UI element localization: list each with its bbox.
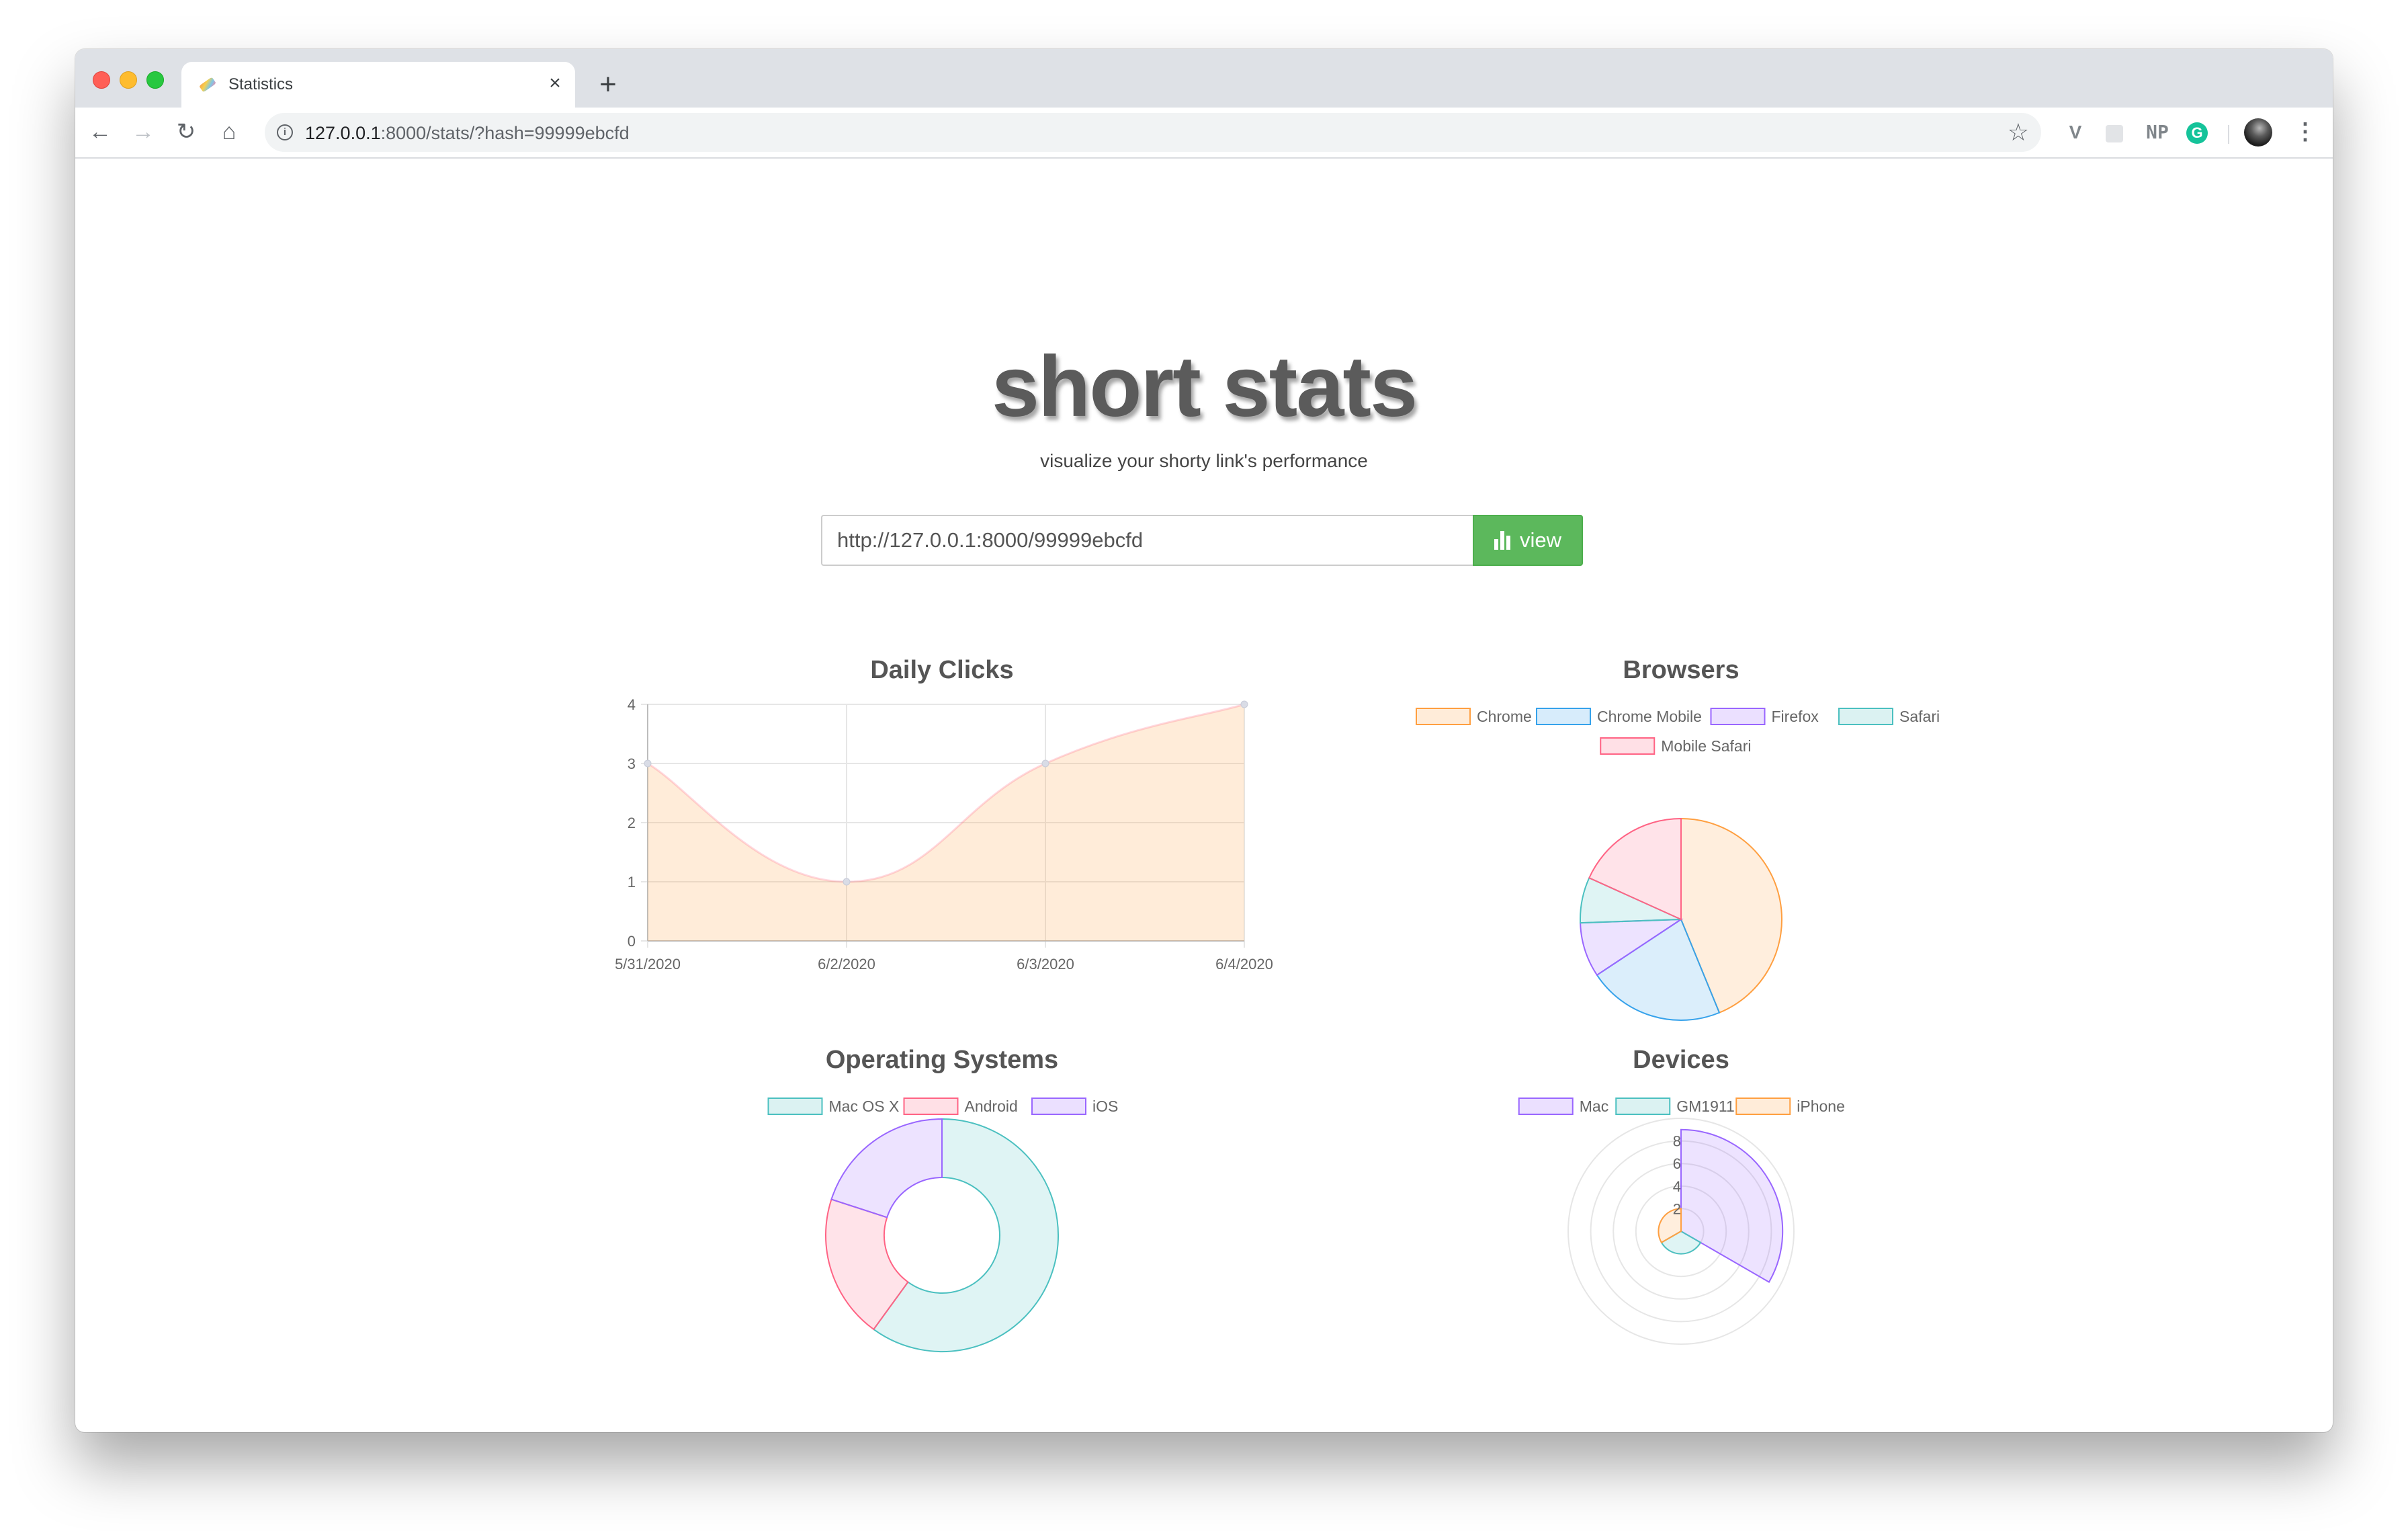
x-tick-label: 5/31/2020 (615, 956, 681, 973)
y-tick-label: 1 (628, 874, 636, 891)
y-tick-label: 0 (628, 933, 636, 950)
view-button[interactable]: view (1473, 515, 1583, 566)
clicks-point (843, 878, 851, 886)
view-button-label: view (1519, 528, 1561, 552)
x-tick-label: 6/4/2020 (1215, 956, 1273, 973)
page-title: short stats (991, 339, 1418, 435)
legend-swatch-mobile-safari (1600, 737, 1656, 755)
x-tick-label: 6/3/2020 (1017, 956, 1074, 973)
forward-arrow-icon[interactable]: → (129, 118, 157, 146)
legend-label-chrome-mobile: Chrome Mobile (1597, 708, 1702, 725)
legend-label-mobile-safari: Mobile Safari (1661, 737, 1751, 755)
legend-swatch-mac (1518, 1098, 1574, 1115)
devices-chart: Mac GM1911 iPhone 2 4 6 8 (1518, 1098, 1845, 1345)
tab-title: Statistics (228, 75, 294, 93)
doughnut-segment-ios (830, 1118, 943, 1218)
zoom-window-button[interactable] (146, 71, 164, 89)
legend-swatch-safari (1838, 708, 1893, 725)
legend-swatch-gm1911 (1615, 1098, 1671, 1115)
browsers-chart: Chrome Chrome Mobile Firefox Safari Mobile S… (1416, 708, 1940, 1021)
devices-title: Devices (1633, 1046, 1729, 1074)
daily-clicks-title: Daily Clicks (870, 656, 1014, 684)
toolbar-divider (2228, 125, 2229, 144)
y-tick-label: 3 (628, 755, 636, 772)
legend-label-safari: Safari (1899, 708, 1940, 725)
polar-segment-mac (1680, 1128, 1784, 1283)
legend-label-iphone: iPhone (1797, 1098, 1845, 1115)
profile-avatar[interactable] (2244, 118, 2272, 147)
polar-tick-label: 2 (1673, 1200, 1681, 1217)
browser-toolbar: ← → ↻ ⌂ i 127.0.0.1:8000/stats/?hash=999… (75, 108, 2333, 159)
np-extension-icon[interactable]: NP (2142, 120, 2173, 145)
new-tab-button[interactable]: + (591, 68, 625, 101)
page-content: short stats visualize your shorty link's… (75, 159, 2333, 1432)
site-info-icon[interactable]: i (277, 124, 293, 140)
polar-tick-label: 4 (1673, 1178, 1681, 1195)
bar-chart-icon (1494, 531, 1510, 550)
browsers-title: Browsers (1623, 656, 1739, 684)
y-tick-label: 4 (628, 696, 636, 713)
minimize-window-button[interactable] (120, 71, 137, 89)
back-arrow-icon[interactable]: ← (86, 118, 114, 146)
legend-label-gm1911: GM1911 (1676, 1098, 1735, 1115)
more-menu-icon[interactable]: ⋮ (2294, 118, 2317, 146)
bookmark-star-icon[interactable]: ☆ (2008, 118, 2029, 147)
operating-systems-chart: Mac OS X Android iOS (767, 1098, 1118, 1352)
legend-label-chrome: Chrome (1477, 708, 1532, 725)
reload-icon[interactable]: ↻ (172, 118, 200, 146)
legend-swatch-chrome-mobile (1536, 708, 1591, 725)
tab-strip: Statistics × + (75, 49, 2333, 108)
tab-statistics[interactable]: Statistics × (181, 62, 575, 108)
legend-swatch-ios (1031, 1098, 1086, 1115)
legend-swatch-firefox (1710, 708, 1766, 725)
url-host: 127.0.0.1 (305, 123, 381, 143)
clicks-point (1240, 700, 1248, 708)
vue-devtools-extension-icon[interactable]: V (2063, 120, 2088, 145)
address-bar[interactable]: i 127.0.0.1:8000/stats/?hash=99999ebcfd … (265, 113, 2041, 152)
tab-close-icon[interactable]: × (543, 71, 567, 95)
legend-swatch-iphone (1735, 1098, 1791, 1115)
legend-label-mac-os-x: Mac OS X (829, 1098, 900, 1115)
clicks-point (1041, 759, 1049, 768)
legend-swatch-chrome (1416, 708, 1471, 725)
url-text[interactable]: 127.0.0.1:8000/stats/?hash=99999ebcfd (305, 123, 630, 144)
browser-window: Statistics × + ← → ↻ ⌂ i 127.0.0.1:8000/… (75, 49, 2333, 1432)
legend-label-mac: Mac (1580, 1098, 1608, 1115)
legend-label-firefox: Firefox (1772, 708, 1819, 725)
short-url-input[interactable] (821, 515, 1473, 566)
polar-tick-label: 6 (1673, 1155, 1681, 1172)
close-window-button[interactable] (93, 71, 110, 89)
grammarly-extension-icon[interactable]: G (2186, 122, 2208, 144)
operating-systems-title: Operating Systems (825, 1046, 1059, 1074)
legend-label-ios: iOS (1092, 1098, 1118, 1115)
legend-swatch-android (903, 1098, 959, 1115)
favicon-icon (199, 77, 216, 93)
legend-label-android: Android (965, 1098, 1018, 1115)
daily-clicks-chart: 0 1 2 3 4 5/31/2020 6/2/2020 6/3/2020 6/4/2020 (615, 696, 1273, 973)
url-path: :8000/stats/?hash=99999ebcfd (380, 123, 630, 143)
polar-tick-label: 8 (1673, 1133, 1681, 1150)
page-subtitle: visualize your shorty link's performance (1040, 450, 1368, 471)
y-tick-label: 2 (628, 815, 636, 831)
clicks-point (644, 759, 652, 768)
legend-swatch-mac-os-x (767, 1098, 823, 1115)
x-tick-label: 6/2/2020 (818, 956, 875, 973)
home-icon[interactable]: ⌂ (215, 118, 243, 146)
extension-icon[interactable] (2106, 125, 2123, 142)
